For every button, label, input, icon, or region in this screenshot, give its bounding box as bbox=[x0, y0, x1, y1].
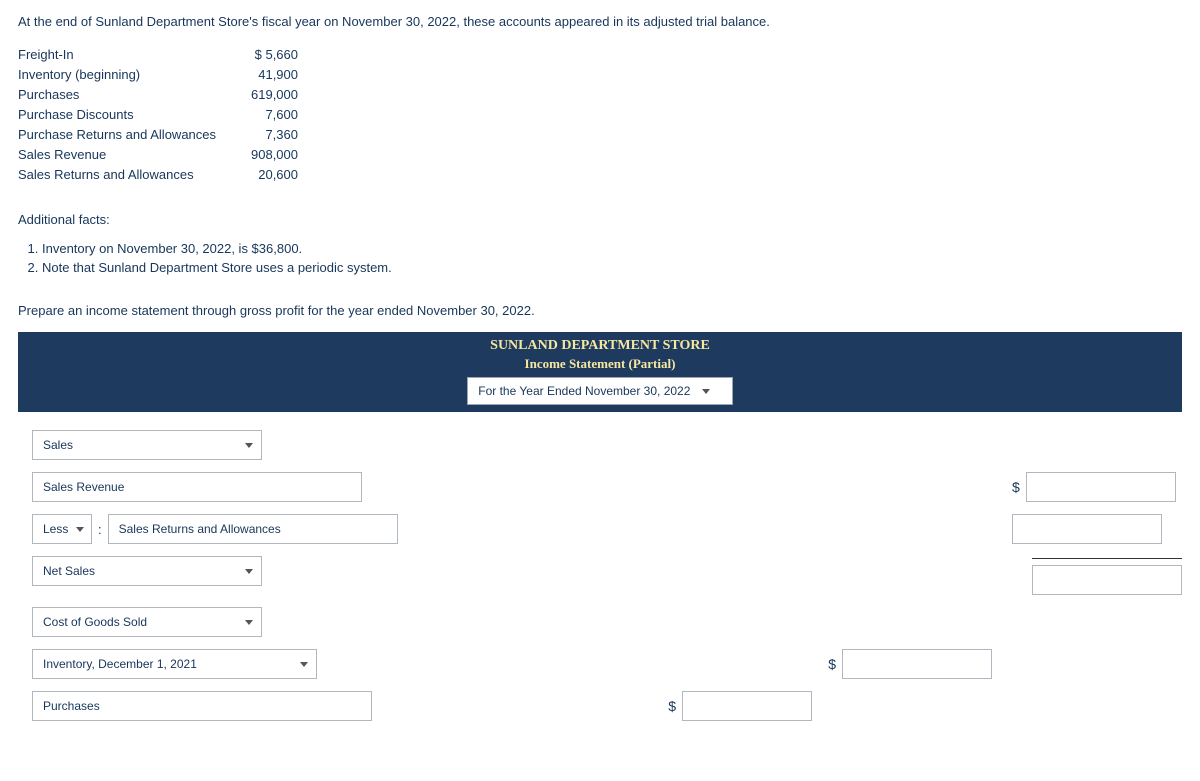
sales-returns-field[interactable]: Sales Returns and Allowances bbox=[108, 514, 398, 544]
purchases-field[interactable]: Purchases bbox=[32, 691, 372, 721]
sales-section-select[interactable]: Sales bbox=[32, 430, 262, 460]
statement-title: Income Statement (Partial) bbox=[440, 356, 760, 372]
subtotal-rule bbox=[1032, 558, 1182, 559]
net-sales-select[interactable]: Net Sales bbox=[32, 556, 262, 586]
sales-revenue-field[interactable]: Sales Revenue bbox=[32, 472, 362, 502]
account-label: Sales Returns and Allowances bbox=[18, 167, 228, 182]
currency-symbol: $ bbox=[1012, 479, 1020, 495]
less-select[interactable]: Less bbox=[32, 514, 92, 544]
currency-symbol: $ bbox=[828, 656, 836, 672]
account-label: Purchase Discounts bbox=[18, 107, 228, 122]
intro-text: At the end of Sunland Department Store's… bbox=[18, 14, 1182, 29]
beginning-inventory-amount-input[interactable] bbox=[842, 649, 992, 679]
chevron-down-icon bbox=[245, 620, 253, 625]
net-sales-amount-input[interactable] bbox=[1032, 565, 1182, 595]
period-select[interactable]: For the Year Ended November 30, 2022 bbox=[467, 377, 733, 405]
additional-facts-heading: Additional facts: bbox=[18, 212, 1182, 227]
chevron-down-icon bbox=[245, 443, 253, 448]
chevron-down-icon bbox=[300, 662, 308, 667]
chevron-down-icon bbox=[76, 527, 84, 532]
currency-symbol: $ bbox=[668, 698, 676, 714]
account-value: 7,600 bbox=[228, 107, 298, 122]
select-value: Net Sales bbox=[43, 564, 237, 578]
facts-list: Inventory on November 30, 2022, is $36,8… bbox=[18, 241, 1182, 275]
account-value: $ 5,660 bbox=[228, 47, 298, 62]
company-name: SUNLAND DEPARTMENT STORE bbox=[440, 338, 760, 354]
account-label: Sales Revenue bbox=[18, 147, 228, 162]
select-value: Cost of Goods Sold bbox=[43, 615, 237, 629]
purchases-amount-input[interactable] bbox=[682, 691, 812, 721]
field-value: Sales Returns and Allowances bbox=[119, 522, 281, 536]
statement-header-banner: SUNLAND DEPARTMENT STORE Income Statemen… bbox=[18, 332, 1182, 412]
beginning-inventory-select[interactable]: Inventory, December 1, 2021 bbox=[32, 649, 317, 679]
account-value: 7,360 bbox=[228, 127, 298, 142]
select-value: Inventory, December 1, 2021 bbox=[43, 657, 292, 671]
account-value: 908,000 bbox=[228, 147, 298, 162]
fact-item: Inventory on November 30, 2022, is $36,8… bbox=[42, 241, 1182, 256]
account-label: Freight-In bbox=[18, 47, 228, 62]
colon-label: : bbox=[98, 522, 102, 537]
fact-item: Note that Sunland Department Store uses … bbox=[42, 260, 1182, 275]
select-value: Less bbox=[43, 522, 68, 536]
accounts-table: Freight-In $ 5,660 Inventory (beginning)… bbox=[18, 47, 1182, 182]
field-value: Sales Revenue bbox=[43, 480, 124, 494]
account-label: Purchase Returns and Allowances bbox=[18, 127, 228, 142]
income-statement-form: Sales Sales Revenue $ Less : Sales Retur… bbox=[18, 430, 1182, 721]
sales-returns-amount-input[interactable] bbox=[1012, 514, 1162, 544]
chevron-down-icon bbox=[702, 389, 710, 394]
select-value: Sales bbox=[43, 438, 237, 452]
account-value: 41,900 bbox=[228, 67, 298, 82]
field-value: Purchases bbox=[43, 699, 100, 713]
account-label: Inventory (beginning) bbox=[18, 67, 228, 82]
prepare-instruction: Prepare an income statement through gros… bbox=[18, 303, 1182, 318]
account-value: 20,600 bbox=[228, 167, 298, 182]
sales-revenue-amount-input[interactable] bbox=[1026, 472, 1176, 502]
chevron-down-icon bbox=[245, 569, 253, 574]
account-label: Purchases bbox=[18, 87, 228, 102]
period-select-value: For the Year Ended November 30, 2022 bbox=[478, 384, 690, 398]
cogs-section-select[interactable]: Cost of Goods Sold bbox=[32, 607, 262, 637]
account-value: 619,000 bbox=[228, 87, 298, 102]
